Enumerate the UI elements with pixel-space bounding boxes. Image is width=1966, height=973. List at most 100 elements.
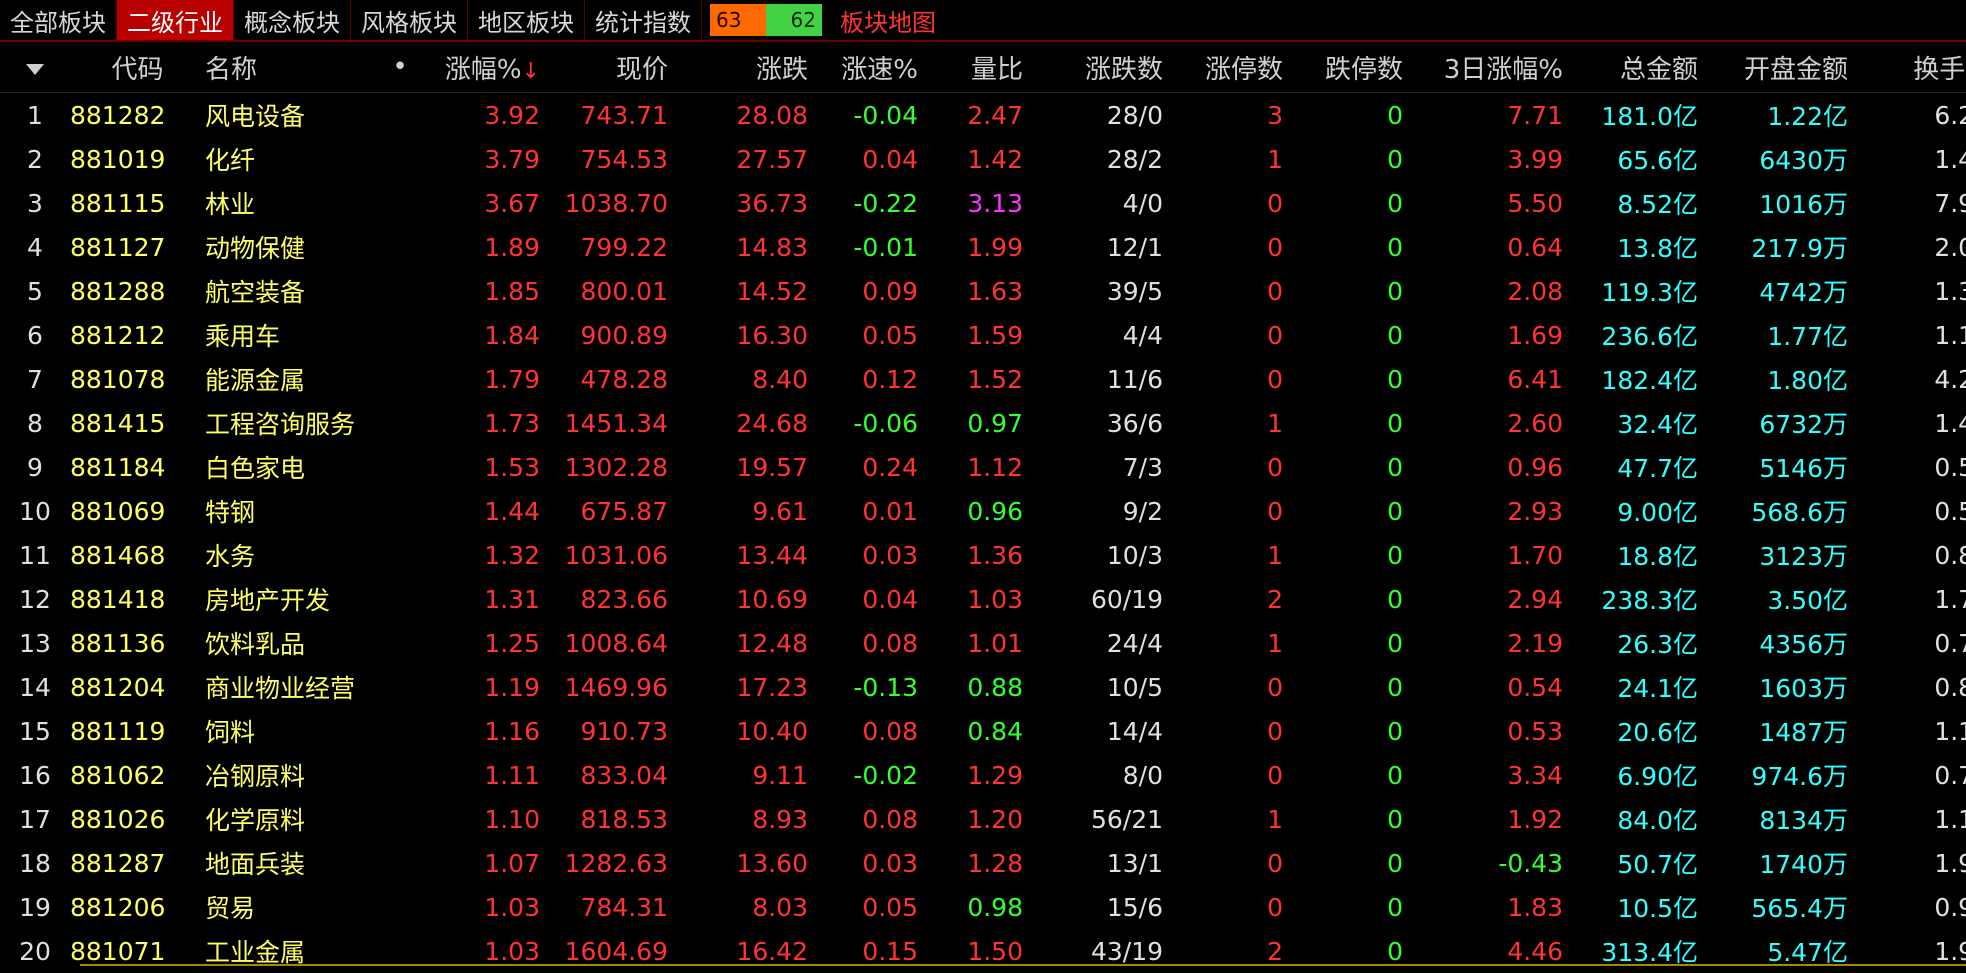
row-up-down-count: 11/6: [1106, 364, 1163, 394]
row-spacer: [380, 401, 420, 445]
col-header-change[interactable]: 涨跌: [680, 42, 820, 93]
tab-region-sectors[interactable]: 地区板块: [468, 0, 585, 40]
row-volume-ratio: 0.88: [967, 672, 1023, 702]
col-header-turnover[interactable]: 换手%: [1860, 42, 1966, 93]
row-change: 28.08: [736, 100, 808, 130]
tab-concept-sectors[interactable]: 概念板块: [234, 0, 351, 40]
row-open-amount: 4356万: [1759, 630, 1848, 659]
row-volume-ratio: 3.13: [967, 188, 1023, 218]
row-pct-change: 1.85: [484, 276, 540, 306]
row-turnover: 0.86: [1934, 540, 1966, 570]
row-3day-change: 5.50: [1507, 188, 1563, 218]
row-price: 1451.34: [564, 408, 668, 438]
row-up-down-count: 60/19: [1090, 584, 1163, 614]
sector-map-link[interactable]: 板块地图: [830, 0, 946, 40]
col-header-price[interactable]: 现价: [540, 42, 680, 93]
table-row[interactable]: 14 881204 商业物业经营 1.19 1469.96 17.23 -0.13 0.88 1…: [0, 665, 1966, 709]
table-row[interactable]: 8 881415 工程咨询服务 1.73 1451.34 24.68 -0.06 0.97 36…: [0, 401, 1966, 445]
col-header-code[interactable]: 代码: [70, 42, 205, 93]
breadth-up-count: 63: [710, 4, 766, 36]
row-open-amount: 1.77亿: [1767, 322, 1848, 351]
row-open-amount: 1487万: [1759, 718, 1848, 747]
row-code: 881062: [70, 760, 166, 790]
row-3day-change: 2.19: [1507, 628, 1563, 658]
row-up-down-count: 10/5: [1106, 672, 1163, 702]
table-row[interactable]: 3 881115 林业 3.67 1038.70 36.73 -0.22 3.13 4/0 0 0 5…: [0, 181, 1966, 225]
table-row[interactable]: 10 881069 特钢 1.44 675.87 9.61 0.01 0.96 9/2 0 0 2.9…: [0, 489, 1966, 533]
table-row[interactable]: 11 881468 水务 1.32 1031.06 13.44 0.03 1.36 10/3 1 0…: [0, 533, 1966, 577]
row-limit-down: 0: [1387, 144, 1403, 174]
tab-all-sectors[interactable]: 全部板块: [0, 0, 117, 40]
row-index: 1: [27, 100, 43, 130]
col-header-volume-ratio[interactable]: 量比: [930, 42, 1035, 93]
table-row[interactable]: 12 881418 房地产开发 1.31 823.66 10.69 0.04 1.03 60/1…: [0, 577, 1966, 621]
row-spacer: [380, 753, 420, 797]
table-row[interactable]: 15 881119 饲料 1.16 910.73 10.40 0.08 0.84 14/4 0 0 0…: [0, 709, 1966, 753]
row-change: 9.61: [752, 496, 808, 526]
row-name: 动物保健: [205, 234, 306, 263]
tab-stat-index[interactable]: 统计指数: [585, 0, 702, 40]
table-row[interactable]: 7 881078 能源金属 1.79 478.28 8.40 0.12 1.52 11/6 0 0 6…: [0, 357, 1966, 401]
row-3day-change: 6.41: [1507, 364, 1563, 394]
row-name: 工业金属: [205, 938, 306, 967]
row-3day-change: 0.54: [1507, 672, 1563, 702]
row-up-down-count: 8/0: [1122, 760, 1163, 790]
row-change: 16.30: [736, 320, 808, 350]
row-amount: 18.8亿: [1617, 542, 1698, 571]
col-header-open-amount[interactable]: 开盘金额: [1710, 42, 1860, 93]
row-3day-change: 2.93: [1507, 496, 1563, 526]
table-row[interactable]: 16 881062 冶钢原料 1.11 833.04 9.11 -0.02 1.29 8/0 0 0…: [0, 753, 1966, 797]
row-amount: 13.8亿: [1617, 234, 1698, 263]
table-row[interactable]: 13 881136 饮料乳品 1.25 1008.64 12.48 0.08 1.01 24/4…: [0, 621, 1966, 665]
row-pct-change: 3.92: [484, 100, 540, 130]
row-turnover: 4.24: [1934, 364, 1966, 394]
row-limit-up: 0: [1267, 848, 1283, 878]
row-up-down-count: 15/6: [1106, 892, 1163, 922]
row-up-down-count: 4/0: [1122, 188, 1163, 218]
row-name: 商业物业经营: [205, 674, 356, 703]
row-turnover: 1.10: [1934, 804, 1966, 834]
row-pct-change: 1.44: [484, 496, 540, 526]
col-header-up-down-count[interactable]: 涨跌数: [1035, 42, 1175, 93]
row-limit-down: 0: [1387, 672, 1403, 702]
row-open-amount: 4742万: [1759, 278, 1848, 307]
col-header-limit-up[interactable]: 涨停数: [1175, 42, 1295, 93]
row-index: 7: [27, 364, 43, 394]
table-row[interactable]: 20 881071 工业金属 1.03 1604.69 16.42 0.15 1.50 43/1…: [0, 929, 1966, 973]
table-row[interactable]: 4 881127 动物保健 1.89 799.22 14.83 -0.01 1.99 12/1 0…: [0, 225, 1966, 269]
row-limit-up: 0: [1267, 364, 1283, 394]
table-row[interactable]: 9 881184 白色家电 1.53 1302.28 19.57 0.24 1.12 7/3 0 0…: [0, 445, 1966, 489]
row-index: 6: [27, 320, 43, 350]
col-header-3day-change[interactable]: 3日涨幅%: [1415, 42, 1575, 93]
col-header-name[interactable]: 名称: [205, 42, 380, 93]
row-pct-change: 1.16: [484, 716, 540, 746]
row-pct-change: 3.67: [484, 188, 540, 218]
col-header-speed[interactable]: 涨速%: [820, 42, 930, 93]
row-open-amount: 8134万: [1759, 806, 1848, 835]
row-open-amount: 568.6万: [1751, 498, 1848, 527]
row-spacer: [380, 709, 420, 753]
row-pct-change: 1.53: [484, 452, 540, 482]
row-limit-down: 0: [1387, 364, 1403, 394]
table-row[interactable]: 19 881206 贸易 1.03 784.31 8.03 0.05 0.98 15/6 0 0 1.…: [0, 885, 1966, 929]
table-row[interactable]: 6 881212 乘用车 1.84 900.89 16.30 0.05 1.59 4/4 0 0 1.…: [0, 313, 1966, 357]
row-speed: -0.02: [853, 760, 918, 790]
table-row[interactable]: 1 881282 风电设备 3.92 743.71 28.08 -0.04 2.47 28/0 3…: [0, 93, 1966, 138]
table-row[interactable]: 2 881019 化纤 3.79 754.53 27.57 0.04 1.42 28/2 1 0 3.…: [0, 137, 1966, 181]
row-change: 10.69: [736, 584, 808, 614]
row-turnover: 1.18: [1934, 320, 1966, 350]
col-header-pct-change[interactable]: 涨幅%↓: [420, 42, 540, 93]
column-menu-toggle[interactable]: [0, 42, 70, 93]
table-row[interactable]: 18 881287 地面兵装 1.07 1282.63 13.60 0.03 1.28 13/1…: [0, 841, 1966, 885]
table-row[interactable]: 5 881288 航空装备 1.85 800.01 14.52 0.09 1.63 39/5 0 0…: [0, 269, 1966, 313]
tab-style-sectors[interactable]: 风格板块: [351, 0, 468, 40]
row-3day-change: 0.53: [1507, 716, 1563, 746]
row-limit-up: 0: [1267, 320, 1283, 350]
sector-table: 代码 名称 • 涨幅%↓ 现价 涨跌 涨速% 量比 涨跌数 涨停数 跌停数 3日…: [0, 42, 1966, 973]
col-header-limit-down[interactable]: 跌停数: [1295, 42, 1415, 93]
col-header-amount[interactable]: 总金额: [1575, 42, 1710, 93]
row-change: 10.40: [736, 716, 808, 746]
table-row[interactable]: 17 881026 化学原料 1.10 818.53 8.93 0.08 1.20 56/21 1…: [0, 797, 1966, 841]
tab-secondary-industry[interactable]: 二级行业: [117, 0, 234, 40]
row-name: 风电设备: [205, 102, 306, 131]
